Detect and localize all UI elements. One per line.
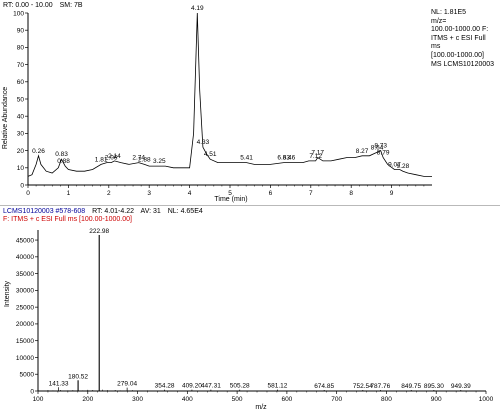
- spectrum-av: AV: 31: [140, 208, 161, 215]
- spectrum-plot[interactable]: 0 5000 10000 15000 20000 25000 30000 35000 40000…: [0, 224, 500, 412]
- x-tick-label: 9: [390, 190, 394, 197]
- y-tick-label: 0: [30, 388, 34, 395]
- info-line: m/z=: [431, 17, 447, 25]
- y-tick-label: 40: [17, 114, 25, 121]
- y-tick-label: 60: [17, 79, 25, 86]
- peak-label: 895.30: [424, 383, 444, 390]
- peak-label: 3.25: [153, 158, 166, 165]
- y-tick-label: 20000: [16, 321, 34, 328]
- x-tick-label: 500: [232, 396, 243, 403]
- spectrum-peak-labels: 141.33180.52 222.98 279.04 354.28 409.20 447.…: [49, 228, 472, 390]
- scan-file: LCMS10120003 #578-608: [3, 208, 86, 215]
- info-line: [100.00-1000.00]: [431, 51, 484, 59]
- y-tick-label: 0: [20, 182, 24, 189]
- x-tick-label: 800: [381, 396, 392, 403]
- x-tick-label: 6: [269, 190, 273, 197]
- peak-label: 7.17: [311, 149, 324, 156]
- peak-label: 4.33: [197, 139, 210, 146]
- x-tick-label: 3: [147, 190, 151, 197]
- y-tick-label: 50: [17, 96, 25, 103]
- peak-label: 949.39: [451, 383, 471, 390]
- chromatogram-xlabel: Time (min): [214, 196, 247, 203]
- y-tick-label: 25000: [16, 304, 34, 311]
- info-line: MS LCMS10120003: [431, 60, 495, 68]
- chromatogram-plot[interactable]: 01020304050607080901000 1 2 3 4 5 6 7 8 9 0.26 0.8…: [0, 0, 500, 204]
- peak-label: 787.76: [370, 383, 390, 390]
- chromatogram-axes: 01020304050607080901000 1 2 3 4 5 6 7 8 9: [13, 10, 432, 197]
- peak-label: 447.31: [201, 383, 221, 390]
- x-tick-label: 200: [82, 396, 93, 403]
- y-tick-label: 100: [13, 10, 24, 17]
- x-tick-label: 1: [67, 190, 71, 197]
- peak-label: 354.28: [155, 383, 175, 390]
- spectrum-ylabel: Intensity: [4, 280, 11, 307]
- info-line: NL: 1.81E5: [431, 9, 467, 16]
- app-window: RT: 0.00 - 10.00 SM: 7B 0 10 20 30 40 50 60 70 8…: [0, 0, 500, 412]
- peak-label: 9.28: [397, 163, 410, 170]
- peak-label: 8.27: [356, 148, 369, 155]
- info-line: 100.00-1000.00 F:: [431, 26, 489, 34]
- peak-label: 849.75: [401, 383, 421, 390]
- peak-label: 279.04: [117, 381, 137, 388]
- y-tick-label: 90: [17, 28, 25, 35]
- x-tick-label: 100: [33, 396, 44, 403]
- peak-label: 180.52: [68, 373, 88, 380]
- peak-label: 0.26: [32, 148, 45, 155]
- x-tick-label: 2: [107, 190, 111, 197]
- y-tick-label: 10: [17, 165, 25, 172]
- info-line: ITMS + c ESI Full: [431, 34, 486, 42]
- spectrum-peaks: [58, 235, 462, 391]
- y-tick-label: 10000: [16, 355, 34, 362]
- chromatogram-ylabel: Relative Abundance: [2, 87, 9, 149]
- chromatogram-line: [27, 12, 432, 177]
- y-tick-label: 5000: [20, 372, 35, 379]
- peak-label: 222.98: [89, 228, 109, 235]
- x-tick-label: 300: [132, 396, 143, 403]
- x-tick-label: 1000: [479, 396, 494, 403]
- x-tick-label: 600: [281, 396, 292, 403]
- peak-label: 6.46: [283, 155, 296, 162]
- spectrum-xlabel: m/z: [255, 404, 267, 411]
- scan-filter: F: ITMS + c ESI Full ms [100.00-1000.00]: [3, 216, 132, 223]
- x-tick-label: 900: [431, 396, 442, 403]
- spectrum-rt: RT: 4.01-4.22: [92, 208, 134, 215]
- peak-label: 581.12: [268, 383, 288, 390]
- peak-label: 0.88: [57, 158, 70, 165]
- y-tick-label: 40000: [16, 254, 34, 261]
- y-tick-label: 70: [17, 62, 25, 69]
- x-tick-label: 0: [26, 190, 30, 197]
- peak-label: 141.33: [49, 380, 69, 387]
- chromatogram-peak-labels: 0.26 0.830.88 1.812.062.14 2.742.88 3.254.19…: [32, 5, 409, 170]
- x-tick-label: 7: [309, 190, 313, 197]
- y-tick-label: 15000: [16, 338, 34, 345]
- y-tick-label: 30000: [16, 288, 34, 295]
- peak-label: 5.41: [240, 155, 253, 162]
- peak-label: 409.20: [182, 383, 202, 390]
- y-tick-label: 80: [17, 45, 25, 52]
- chromatogram-trace: [27, 12, 432, 177]
- y-tick-label: 20: [17, 148, 25, 155]
- y-tick-label: 45000: [16, 237, 34, 244]
- peak-label: 4.51: [204, 151, 217, 158]
- peak-label: 674.85: [314, 383, 334, 390]
- spectrum-header: LCMS10120003 #578-608 RT: 4.01-4.22 AV: …: [3, 208, 208, 216]
- x-tick-label: 8: [349, 190, 353, 197]
- x-tick-label: 700: [331, 396, 342, 403]
- peak-label: 2.14: [108, 153, 121, 160]
- peak-label: 4.19: [191, 5, 204, 12]
- x-tick-label: 4: [188, 190, 192, 197]
- peak-label: 8.79: [377, 149, 390, 156]
- peak-label: 2.88: [138, 156, 151, 163]
- x-tick-label: 400: [182, 396, 193, 403]
- peak-label: 505.28: [230, 383, 250, 390]
- info-line: ms: [431, 43, 441, 51]
- chromatogram-info: NL: 1.81E5 m/z= 100.00-1000.00 F: ITMS + c …: [431, 9, 494, 69]
- spectrum-nl: NL: 4.65E4: [167, 208, 203, 215]
- y-tick-label: 30: [17, 131, 25, 138]
- y-tick-label: 35000: [16, 271, 34, 278]
- panel-separator: [0, 205, 500, 206]
